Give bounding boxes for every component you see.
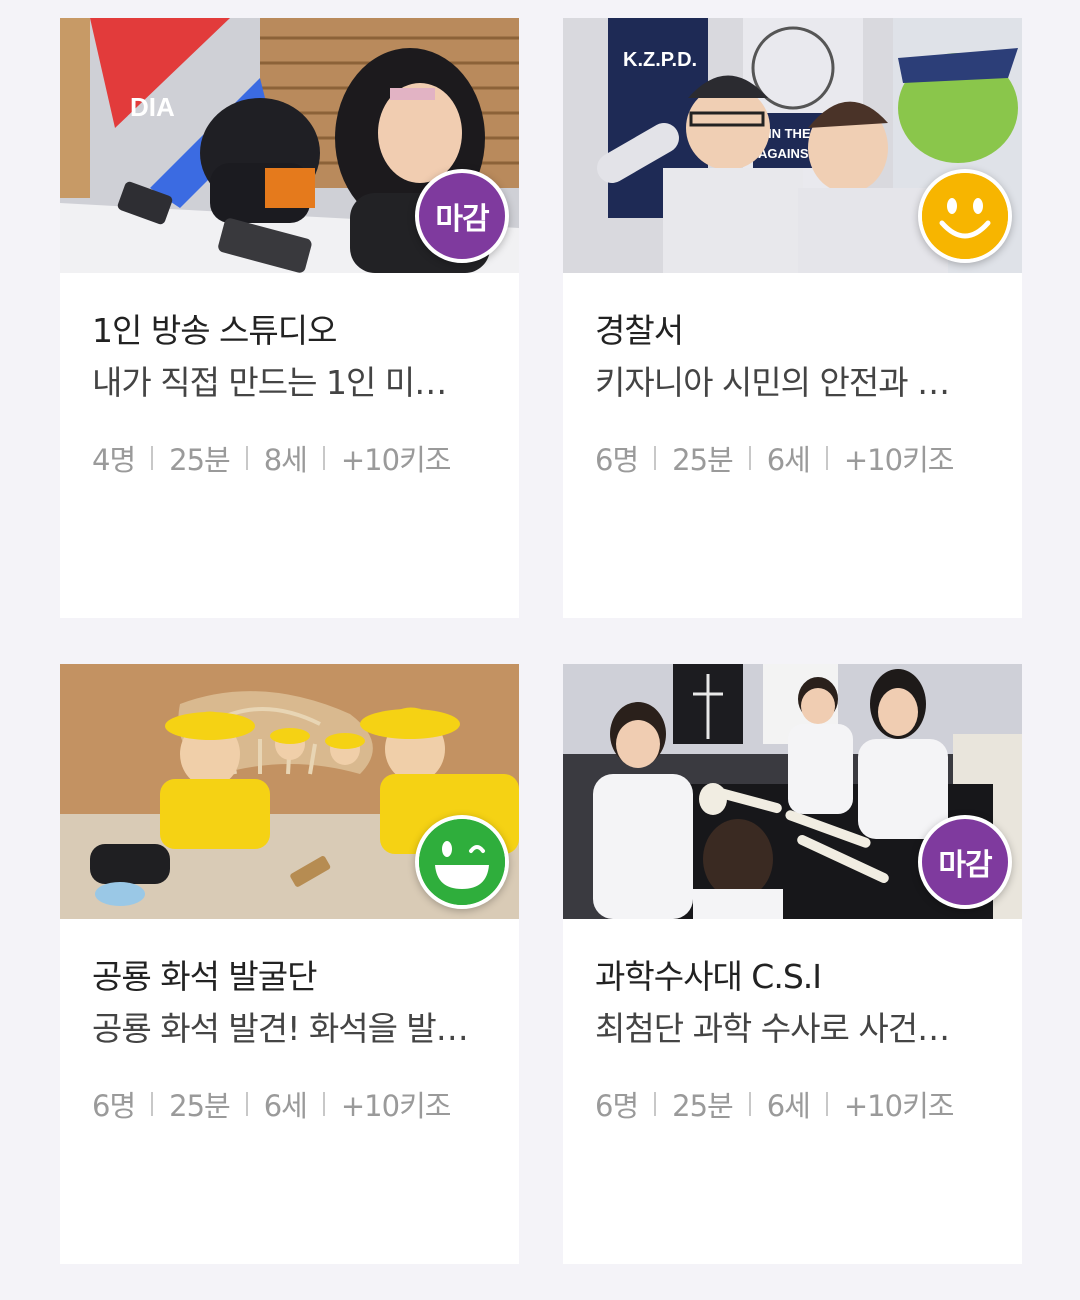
activity-card-police-station[interactable]: K.Z.P.D. IN THE FIGH AGAINST CR 경찰서 키자니아… <box>563 18 1022 618</box>
activity-title: 경찰서 <box>595 311 684 350</box>
activity-meta: 6명 25분 6세 +10키조 <box>92 1083 487 1125</box>
min-age: 6세 <box>766 1089 811 1123</box>
activity-meta: 6명 25분 6세 +10키조 <box>595 437 990 479</box>
activity-meta: 4명 25분 8세 +10키조 <box>92 437 487 479</box>
closed-badge: 마감 <box>415 169 509 263</box>
meta-divider <box>245 1092 248 1116</box>
meta-divider <box>654 446 657 470</box>
people-count: 6명 <box>92 1089 136 1123</box>
activity-meta: 6명 25분 6세 +10키조 <box>595 1083 990 1125</box>
activity-thumbnail: 마감 <box>563 664 1022 919</box>
activity-title: 과학수사대 C.S.I <box>595 957 822 996</box>
min-age: 6세 <box>766 443 811 477</box>
activity-grid: DIA 마감 1인 방송 스튜디오 내가 직접 만드는 1인 미… 4명 25분 <box>60 18 1022 1264</box>
meta-divider <box>245 446 248 470</box>
reward: +10키조 <box>340 443 452 477</box>
duration: 25분 <box>169 443 231 477</box>
people-count: 6명 <box>595 1089 639 1123</box>
people-count: 4명 <box>92 443 136 477</box>
smiley-badge <box>918 169 1012 263</box>
meta-divider <box>825 1092 828 1116</box>
duration: 25분 <box>672 1089 734 1123</box>
activity-card-csi[interactable]: 마감 과학수사대 C.S.I 최첨단 과학 수사로 사건… 6명 25분 6세 … <box>563 664 1022 1264</box>
meta-divider <box>322 1092 325 1116</box>
activity-card-dinosaur-dig[interactable]: 공룡 화석 발굴단 공룡 화석 발견! 화석을 발… 6명 25분 6세 +10… <box>60 664 519 1264</box>
reward: +10키조 <box>843 443 955 477</box>
meta-divider <box>151 446 154 470</box>
duration: 25분 <box>672 443 734 477</box>
meta-divider <box>151 1092 154 1116</box>
activity-title: 공룡 화석 발굴단 <box>92 957 318 996</box>
meta-divider <box>748 446 751 470</box>
activity-thumbnail: DIA 마감 <box>60 18 519 273</box>
activity-description: 공룡 화석 발견! 화석을 발… <box>92 1009 469 1048</box>
activity-description: 내가 직접 만드는 1인 미… <box>92 363 447 402</box>
people-count: 6명 <box>595 443 639 477</box>
meta-divider <box>748 1092 751 1116</box>
activity-title: 1인 방송 스튜디오 <box>92 311 338 350</box>
activity-card-broadcast-studio[interactable]: DIA 마감 1인 방송 스튜디오 내가 직접 만드는 1인 미… 4명 25분 <box>60 18 519 618</box>
svg-text:K.Z.P.D.: K.Z.P.D. <box>623 49 697 71</box>
closed-badge: 마감 <box>918 815 1012 909</box>
activity-thumbnail <box>60 664 519 919</box>
reward: +10키조 <box>340 1089 452 1123</box>
activity-description: 키자니아 시민의 안전과 … <box>595 363 950 402</box>
activity-description: 최첨단 과학 수사로 사건… <box>595 1009 950 1048</box>
min-age: 8세 <box>263 443 308 477</box>
reward: +10키조 <box>843 1089 955 1123</box>
duration: 25분 <box>169 1089 231 1123</box>
meta-divider <box>654 1092 657 1116</box>
grin-badge <box>415 815 509 909</box>
grin-face-icon <box>419 819 505 905</box>
min-age: 6세 <box>263 1089 308 1123</box>
activity-thumbnail: K.Z.P.D. IN THE FIGH AGAINST CR <box>563 18 1022 273</box>
meta-divider <box>322 446 325 470</box>
smiley-face-icon <box>922 173 1008 259</box>
svg-text:DIA: DIA <box>130 92 175 122</box>
meta-divider <box>825 446 828 470</box>
